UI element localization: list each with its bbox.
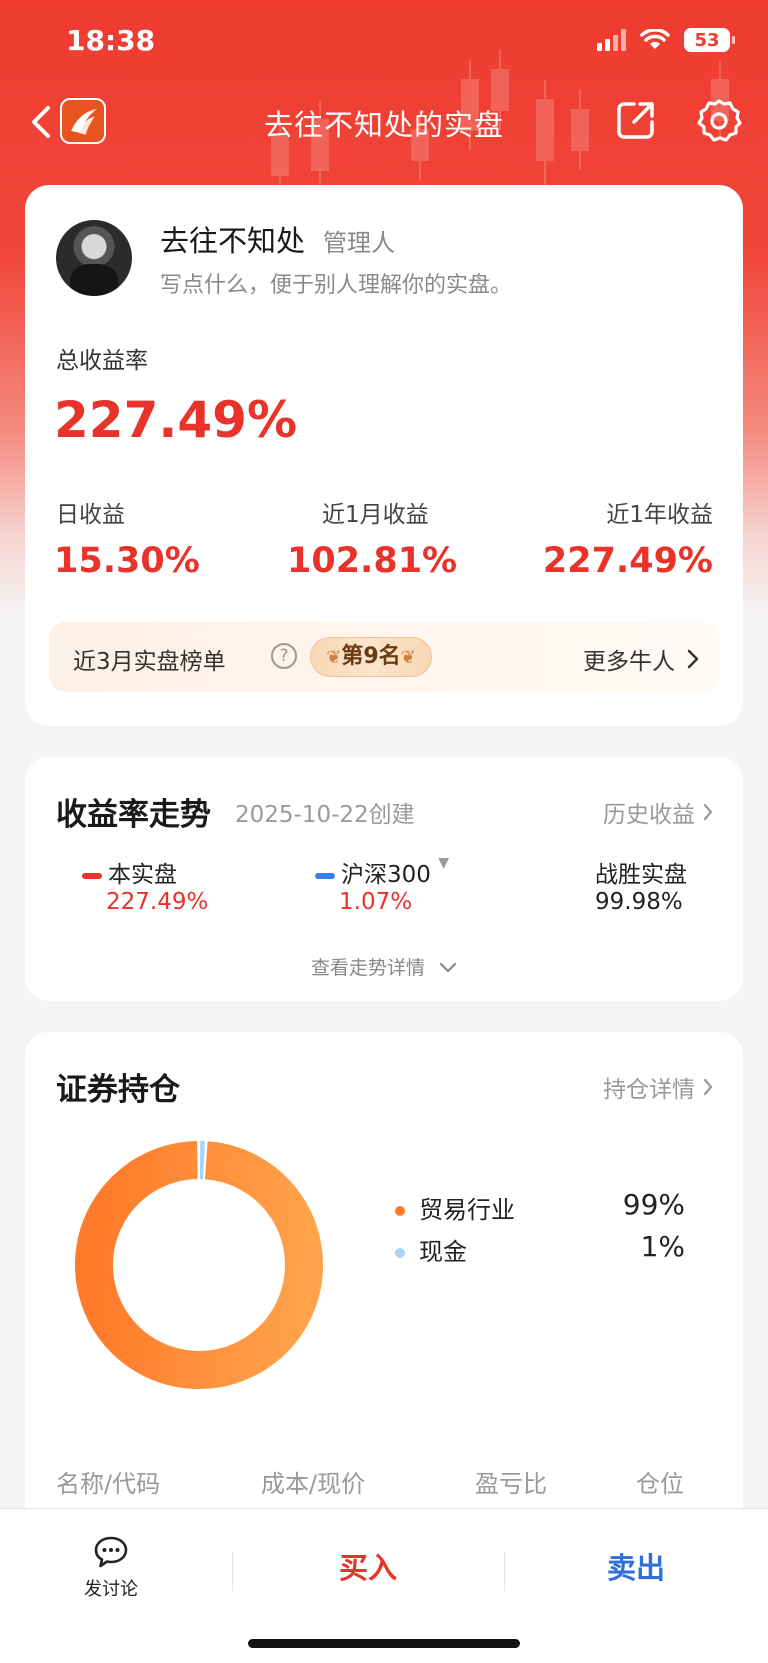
allocation-pct-cash: 1% [640, 1230, 685, 1263]
beat-label: 战胜实盘 [595, 862, 687, 888]
legend-benchmark-label: 沪深300 [341, 862, 431, 888]
chevron-right-icon [703, 1078, 713, 1096]
holdings-detail-label: 持仓详情 [603, 1077, 695, 1103]
chat-bubble-icon [94, 1536, 128, 1568]
column-header-cost: 成本/现价 [261, 1470, 366, 1498]
view-trend-details[interactable]: 查看走势详情 [25, 953, 743, 980]
more-traders-label: 更多牛人 [583, 649, 675, 675]
chevron-right-icon [703, 803, 713, 821]
return-trend-card: 收益率走势 2025-10-22创建 历史收益 本实盘 227.49% 沪深30… [25, 757, 743, 1001]
trend-title: 收益率走势 [56, 797, 211, 833]
holdings-title: 证券持仓 [56, 1072, 180, 1108]
buy-button[interactable]: 买入 [232, 1545, 504, 1587]
laurel-right-icon: ❦ [400, 647, 416, 668]
history-returns-label: 历史收益 [603, 802, 695, 828]
ranking-label: 近3月实盘榜单 [73, 649, 226, 675]
allocation-donut-chart [75, 1141, 323, 1389]
allocation-row-trade: 贸易行业 99% [395, 1188, 685, 1225]
help-icon[interactable]: ? [271, 643, 297, 669]
more-traders-link[interactable]: 更多牛人 [583, 642, 699, 676]
legend-line-blue [315, 872, 335, 879]
ranking-bar[interactable]: 近3月实盘榜单 ? ❦第9名❦ 更多牛人 [49, 622, 719, 692]
cellular-signal-icon [597, 29, 626, 51]
wifi-icon [640, 29, 670, 49]
allocation-dot-orange [395, 1206, 405, 1216]
year-return-label: 近1年收益 [606, 502, 713, 528]
total-return-value: 227.49% [54, 391, 298, 449]
allocation-name-trade: 贸易行业 [419, 1196, 515, 1224]
allocation-pct-trade: 99% [622, 1188, 685, 1221]
legend-portfolio-value: 227.49% [106, 889, 209, 915]
legend-benchmark-value: 1.07% [339, 889, 413, 915]
history-returns-link[interactable]: 历史收益 [603, 795, 713, 829]
settings-gear-icon[interactable] [696, 98, 742, 144]
total-return-label: 总收益率 [56, 348, 148, 374]
year-return-value: 227.49% [542, 541, 713, 581]
status-icons: 53 [597, 28, 735, 52]
share-icon[interactable] [614, 98, 658, 142]
chevron-down-icon [439, 962, 457, 973]
donut-slice-trade [75, 1141, 323, 1389]
allocation-dot-blue [395, 1248, 405, 1258]
chevron-right-icon [687, 649, 699, 669]
daily-return-value: 15.30% [54, 541, 200, 581]
holdings-detail-link[interactable]: 持仓详情 [603, 1070, 713, 1104]
status-bar: 18:38 53 [0, 0, 768, 84]
month-return-label: 近1月收益 [322, 502, 429, 528]
dropdown-triangle-icon: ▼ [438, 855, 449, 871]
rank-badge: ❦第9名❦ [310, 637, 432, 677]
avatar[interactable] [56, 220, 132, 296]
beat-value: 99.98% [595, 889, 683, 915]
allocation-name-cash: 现金 [419, 1238, 467, 1266]
sell-button[interactable]: 卖出 [504, 1545, 768, 1587]
view-trend-label: 查看走势详情 [310, 957, 425, 979]
rank-badge-text: 第9名 [341, 644, 401, 669]
legend-benchmark[interactable]: 沪深300 ▼ [315, 855, 449, 889]
legend-portfolio-label: 本实盘 [108, 862, 177, 888]
column-header-name: 名称/代码 [56, 1470, 161, 1498]
profile-card: 去往不知处 管理人 写点什么，便于别人理解你的实盘。 总收益率 227.49% … [25, 185, 743, 726]
user-name: 去往不知处 [160, 224, 306, 258]
laurel-left-icon: ❦ [326, 647, 342, 668]
status-time: 18:38 [66, 24, 156, 57]
allocation-row-cash: 现金 1% [395, 1230, 685, 1267]
user-role: 管理人 [323, 229, 395, 257]
legend-line-red [82, 872, 102, 879]
user-description[interactable]: 写点什么，便于别人理解你的实盘。 [160, 267, 512, 299]
legend-portfolio: 本实盘 [82, 855, 177, 889]
discuss-button[interactable]: 发讨论 [70, 1535, 152, 1601]
month-return-value: 102.81% [287, 541, 458, 581]
column-header-pl: 盈亏比 [475, 1470, 547, 1498]
nav-bar: 去往不知处的实盘 [0, 92, 768, 156]
bottom-action-bar: 发讨论 买入 卖出 [0, 1508, 768, 1663]
column-header-position: 仓位 [636, 1470, 684, 1498]
daily-return-label: 日收益 [56, 502, 125, 528]
created-date: 2025-10-22创建 [235, 802, 415, 828]
battery-icon: 53 [684, 28, 735, 52]
home-indicator [248, 1639, 520, 1648]
discuss-label: 发讨论 [84, 1579, 138, 1600]
